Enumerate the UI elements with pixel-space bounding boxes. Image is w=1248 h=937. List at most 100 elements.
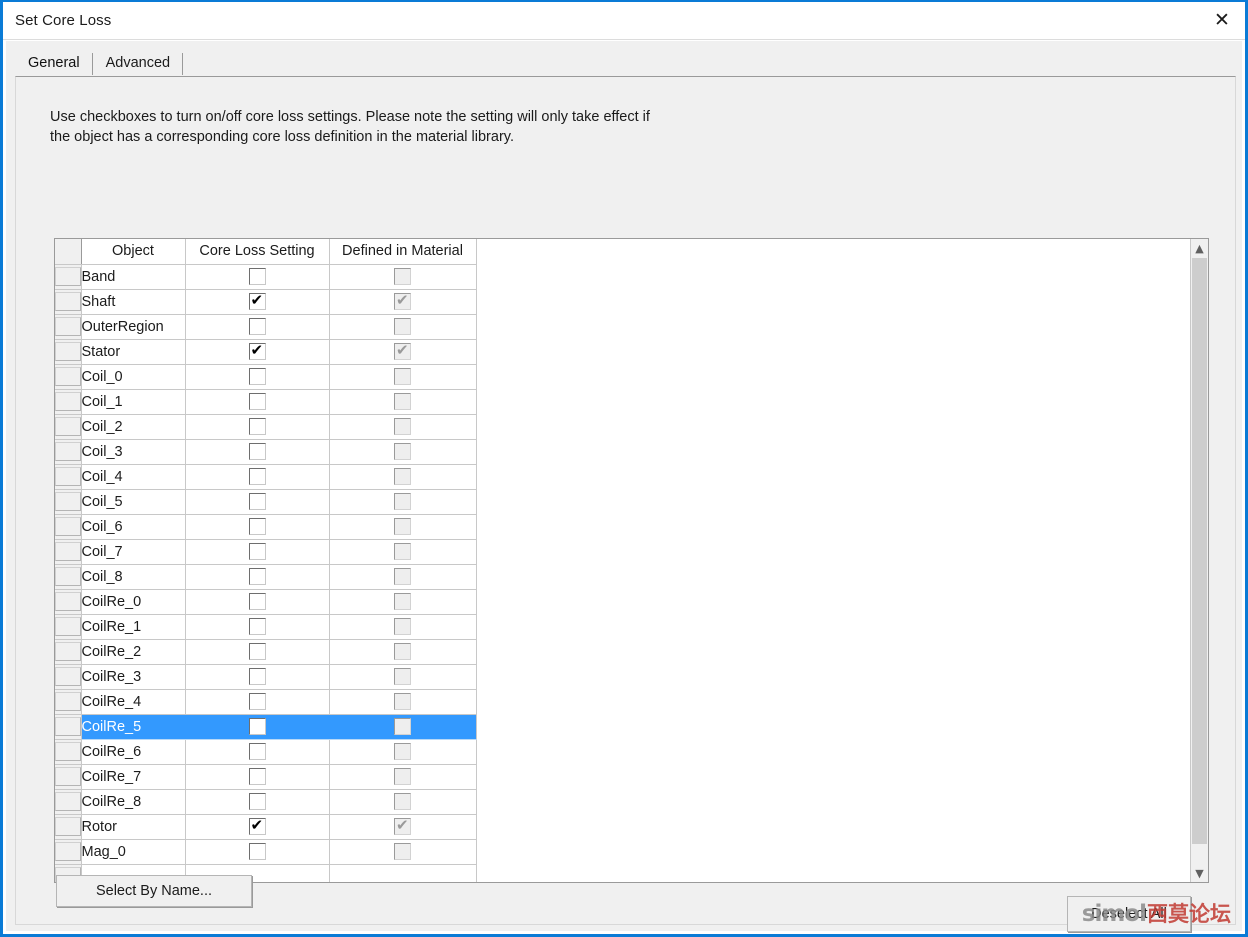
core-loss-setting-checkbox[interactable]: ✔ bbox=[248, 693, 266, 710]
core-loss-setting-cell[interactable]: ✔ bbox=[185, 489, 330, 515]
table-row[interactable]: CoilRe_1 ✔ ✔ bbox=[55, 614, 477, 640]
core-loss-setting-cell[interactable]: ✔ bbox=[185, 714, 330, 740]
row-selector-cell[interactable] bbox=[55, 689, 82, 715]
table-row[interactable]: CoilRe_8 ✔ ✔ bbox=[55, 789, 477, 815]
object-name-cell[interactable]: CoilRe_1 bbox=[81, 614, 186, 640]
core-loss-setting-checkbox[interactable]: ✔ bbox=[248, 518, 266, 535]
row-selector-cell[interactable] bbox=[55, 489, 82, 515]
table-row[interactable]: CoilRe_3 ✔ ✔ bbox=[55, 664, 477, 690]
core-loss-setting-checkbox[interactable]: ✔ bbox=[248, 342, 266, 360]
tab-general[interactable]: General bbox=[15, 50, 93, 77]
core-loss-setting-checkbox[interactable]: ✔ bbox=[248, 368, 266, 385]
object-name-cell[interactable]: CoilRe_3 bbox=[81, 664, 186, 690]
core-loss-setting-cell[interactable]: ✔ bbox=[185, 814, 330, 840]
object-name-cell[interactable]: Coil_6 bbox=[81, 514, 186, 540]
row-selector-cell[interactable] bbox=[55, 439, 82, 465]
table-row[interactable]: Shaft ✔ ✔ bbox=[55, 289, 477, 315]
core-loss-setting-checkbox[interactable]: ✔ bbox=[248, 443, 266, 460]
table-row[interactable]: Coil_2 ✔ ✔ bbox=[55, 414, 477, 440]
table-row[interactable]: CoilRe_7 ✔ ✔ bbox=[55, 764, 477, 790]
core-loss-setting-checkbox[interactable]: ✔ bbox=[248, 268, 266, 285]
object-name-cell[interactable]: Rotor bbox=[81, 814, 186, 840]
object-name-cell[interactable]: CoilRe_4 bbox=[81, 689, 186, 715]
object-name-cell[interactable]: Coil_8 bbox=[81, 564, 186, 590]
table-row[interactable]: Stator ✔ ✔ bbox=[55, 339, 477, 365]
table-row[interactable]: CoilRe_0 ✔ ✔ bbox=[55, 589, 477, 615]
table-row[interactable]: Mag_0 ✔ ✔ bbox=[55, 839, 477, 865]
chevron-up-icon[interactable]: ▲ bbox=[1191, 239, 1208, 257]
object-name-cell[interactable]: OuterRegion bbox=[81, 314, 186, 340]
row-selector-cell[interactable] bbox=[55, 414, 82, 440]
core-loss-setting-cell[interactable]: ✔ bbox=[185, 789, 330, 815]
close-icon[interactable]: ✕ bbox=[1199, 2, 1245, 38]
scrollbar-thumb[interactable] bbox=[1192, 258, 1207, 844]
object-name-cell[interactable]: Coil_3 bbox=[81, 439, 186, 465]
table-row[interactable]: CoilRe_4 ✔ ✔ bbox=[55, 689, 477, 715]
object-name-cell[interactable]: CoilRe_8 bbox=[81, 789, 186, 815]
column-header-core-loss-setting[interactable]: Core Loss Setting bbox=[185, 239, 330, 265]
object-name-cell[interactable]: CoilRe_5 bbox=[81, 714, 186, 740]
row-selector-cell[interactable] bbox=[55, 364, 82, 390]
core-loss-setting-cell[interactable]: ✔ bbox=[185, 289, 330, 315]
row-selector-cell[interactable] bbox=[55, 289, 82, 315]
core-loss-setting-checkbox[interactable]: ✔ bbox=[248, 393, 266, 410]
row-selector-cell[interactable] bbox=[55, 789, 82, 815]
table-row[interactable]: Coil_8 ✔ ✔ bbox=[55, 564, 477, 590]
core-loss-setting-cell[interactable]: ✔ bbox=[185, 264, 330, 290]
object-name-cell[interactable]: Stator bbox=[81, 339, 186, 365]
table-row[interactable]: Coil_3 ✔ ✔ bbox=[55, 439, 477, 465]
object-name-cell[interactable]: Coil_4 bbox=[81, 464, 186, 490]
row-selector-cell[interactable] bbox=[55, 839, 82, 865]
table-row[interactable]: Coil_7 ✔ ✔ bbox=[55, 539, 477, 565]
table-row[interactable]: Band ✔ ✔ bbox=[55, 264, 477, 290]
row-selector-cell[interactable] bbox=[55, 639, 82, 665]
row-selector-cell[interactable] bbox=[55, 714, 82, 740]
row-selector-cell[interactable] bbox=[55, 389, 82, 415]
core-loss-setting-checkbox[interactable]: ✔ bbox=[248, 618, 266, 635]
select-by-name-button[interactable]: Select By Name... bbox=[56, 875, 252, 907]
core-loss-setting-cell[interactable]: ✔ bbox=[185, 364, 330, 390]
row-selector-cell[interactable] bbox=[55, 664, 82, 690]
table-row[interactable]: CoilRe_6 ✔ ✔ bbox=[55, 739, 477, 765]
object-name-cell[interactable]: CoilRe_0 bbox=[81, 589, 186, 615]
table-row[interactable]: Rotor ✔ ✔ bbox=[55, 814, 477, 840]
table-row[interactable]: CoilRe_5 ✔ ✔ bbox=[55, 714, 477, 740]
core-loss-setting-cell[interactable]: ✔ bbox=[185, 389, 330, 415]
core-loss-setting-checkbox[interactable]: ✔ bbox=[248, 543, 266, 560]
core-loss-setting-cell[interactable]: ✔ bbox=[185, 514, 330, 540]
core-loss-setting-checkbox[interactable]: ✔ bbox=[248, 418, 266, 435]
object-name-cell[interactable]: Shaft bbox=[81, 289, 186, 315]
object-name-cell[interactable]: Coil_7 bbox=[81, 539, 186, 565]
core-loss-setting-cell[interactable]: ✔ bbox=[185, 339, 330, 365]
core-loss-setting-cell[interactable]: ✔ bbox=[185, 414, 330, 440]
core-loss-setting-checkbox[interactable]: ✔ bbox=[248, 843, 266, 860]
row-selector-cell[interactable] bbox=[55, 539, 82, 565]
row-selector-cell[interactable] bbox=[55, 614, 82, 640]
core-loss-setting-checkbox[interactable]: ✔ bbox=[248, 318, 266, 335]
object-name-cell[interactable]: Coil_0 bbox=[81, 364, 186, 390]
core-loss-setting-checkbox[interactable]: ✔ bbox=[248, 593, 266, 610]
table-row[interactable]: Coil_1 ✔ ✔ bbox=[55, 389, 477, 415]
table-row[interactable]: Coil_0 ✔ ✔ bbox=[55, 364, 477, 390]
object-name-cell[interactable]: Coil_1 bbox=[81, 389, 186, 415]
core-loss-setting-checkbox[interactable]: ✔ bbox=[248, 643, 266, 660]
core-loss-setting-cell[interactable]: ✔ bbox=[185, 439, 330, 465]
core-loss-setting-cell[interactable]: ✔ bbox=[185, 664, 330, 690]
core-loss-setting-cell[interactable]: ✔ bbox=[185, 689, 330, 715]
row-selector-cell[interactable] bbox=[55, 564, 82, 590]
row-selector-cell[interactable] bbox=[55, 814, 82, 840]
core-loss-setting-cell[interactable]: ✔ bbox=[185, 589, 330, 615]
object-name-cell[interactable]: Band bbox=[81, 264, 186, 290]
core-loss-setting-cell[interactable]: ✔ bbox=[185, 764, 330, 790]
object-name-cell[interactable]: Coil_2 bbox=[81, 414, 186, 440]
core-loss-setting-cell[interactable]: ✔ bbox=[185, 314, 330, 340]
row-selector-cell[interactable] bbox=[55, 464, 82, 490]
column-header-defined-in-material[interactable]: Defined in Material bbox=[329, 239, 477, 265]
core-loss-setting-checkbox[interactable]: ✔ bbox=[248, 668, 266, 685]
table-row[interactable]: CoilRe_2 ✔ ✔ bbox=[55, 639, 477, 665]
row-selector-cell[interactable] bbox=[55, 339, 82, 365]
row-selector-cell[interactable] bbox=[55, 514, 82, 540]
core-loss-setting-checkbox[interactable]: ✔ bbox=[248, 768, 266, 785]
core-loss-setting-checkbox[interactable]: ✔ bbox=[248, 743, 266, 760]
core-loss-setting-checkbox[interactable]: ✔ bbox=[248, 718, 266, 735]
